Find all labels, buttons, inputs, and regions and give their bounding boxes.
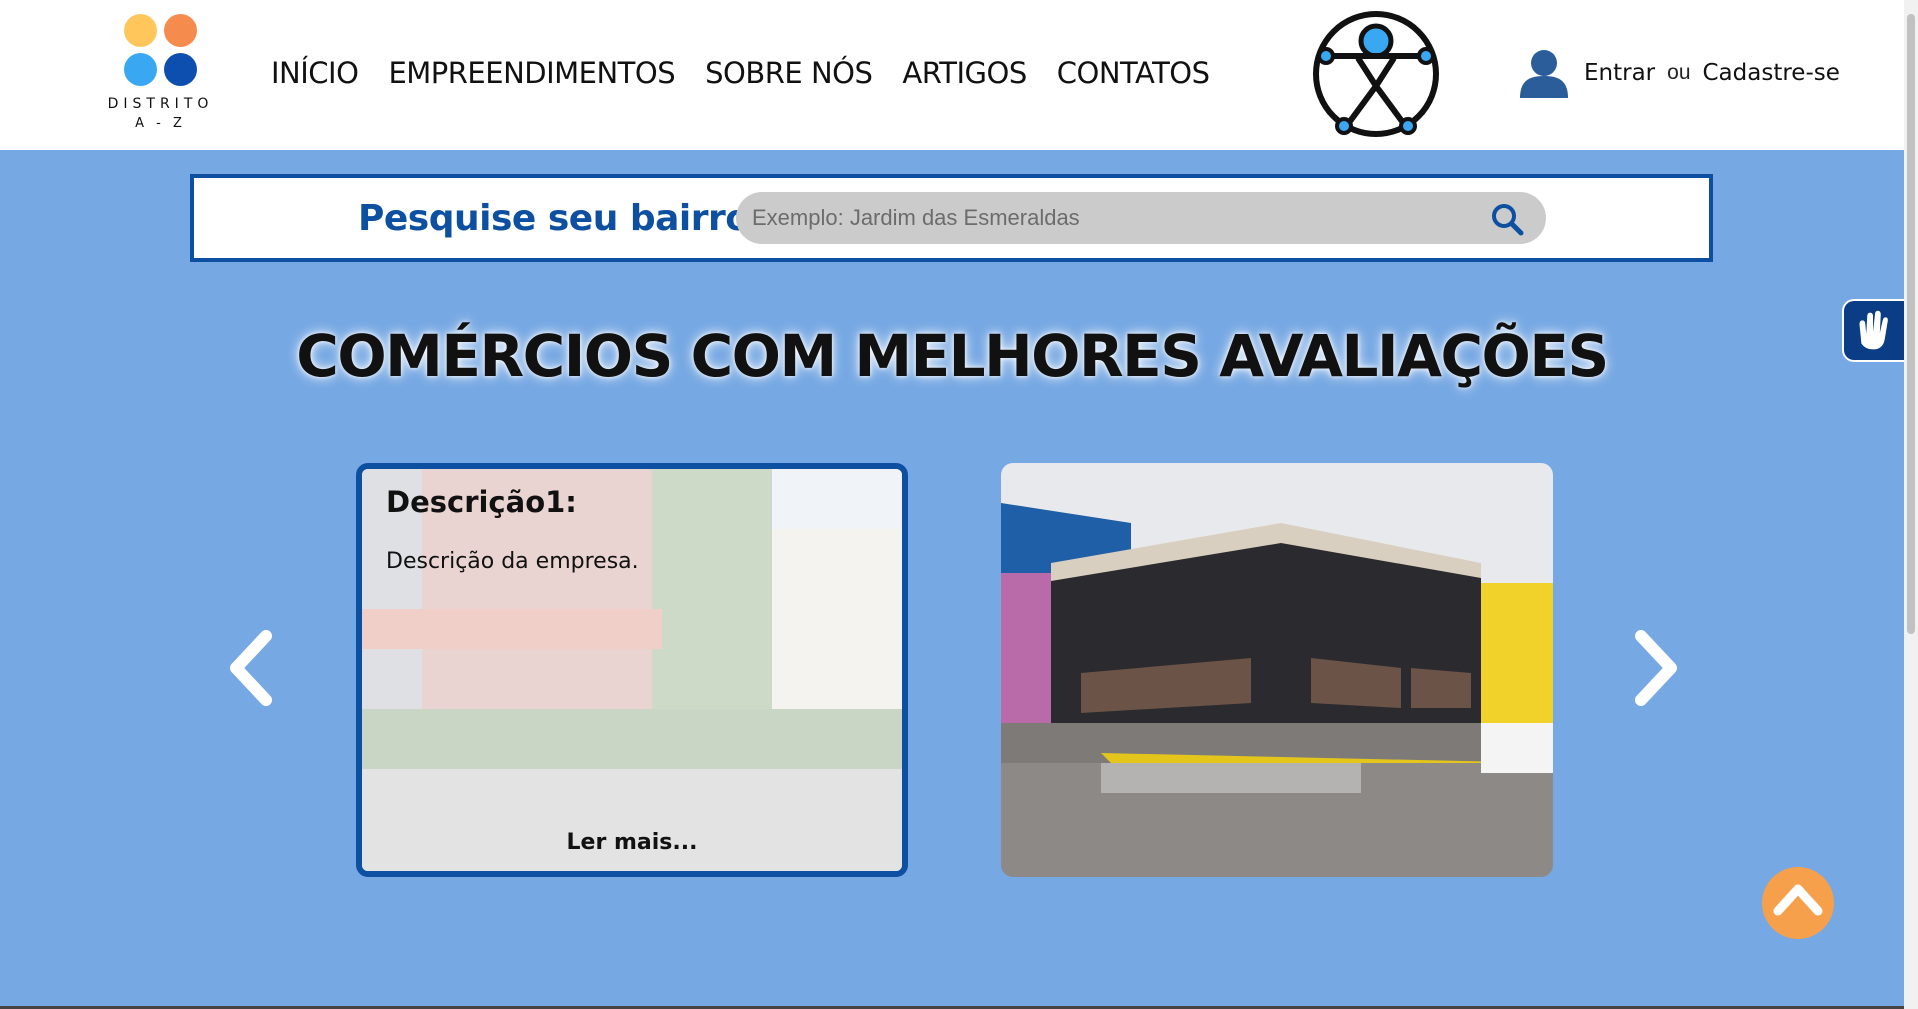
logo-dot-orange xyxy=(164,14,197,47)
back-to-top-button[interactable] xyxy=(1762,867,1834,939)
storefront-photo xyxy=(1001,463,1553,877)
logo-text-line1: DISTRITO xyxy=(107,96,214,112)
accessibility-icon[interactable] xyxy=(1306,8,1446,140)
page-scrollbar[interactable] xyxy=(1904,0,1918,1009)
sign-language-button[interactable] xyxy=(1842,299,1904,362)
nav-item-artigos[interactable]: ARTIGOS xyxy=(902,56,1027,90)
logo-dot-darkblue xyxy=(164,53,197,86)
chevron-left-icon[interactable] xyxy=(222,628,282,708)
chevron-up-icon xyxy=(1773,884,1823,916)
sign-language-hand-icon xyxy=(1859,310,1888,350)
business-card-image[interactable] xyxy=(1001,463,1553,877)
site-logo[interactable]: DISTRITO A - Z xyxy=(93,12,228,132)
business-card[interactable]: Descrição1: Descrição da empresa. Ler ma… xyxy=(356,463,908,877)
chevron-right-icon[interactable] xyxy=(1625,628,1685,708)
card-title: Descrição1: xyxy=(386,485,577,519)
user-icon xyxy=(1520,50,1568,98)
search-field[interactable] xyxy=(736,192,1546,244)
site-header: DISTRITO A - Z INÍCIO EMPREENDIMENTOS SO… xyxy=(0,0,1904,150)
section-heading: COMÉRCIOS COM MELHORES AVALIAÇÕES xyxy=(296,322,1609,390)
nav-item-contatos[interactable]: CONTATOS xyxy=(1057,56,1210,90)
nav-item-empreendimentos[interactable]: EMPREENDIMENTOS xyxy=(388,56,675,90)
main-nav: INÍCIO EMPREENDIMENTOS SOBRE NÓS ARTIGOS… xyxy=(271,56,1240,90)
login-link[interactable]: Entrar xyxy=(1584,60,1655,86)
logo-dot-yellow xyxy=(124,14,157,47)
logo-text-line2: A - Z xyxy=(135,116,186,131)
neighborhood-search-panel: Pesquise seu bairro: xyxy=(190,174,1713,262)
read-more-link[interactable]: Ler mais... xyxy=(362,830,902,855)
logo-dot-lightblue xyxy=(124,53,157,86)
nav-item-sobre-nos[interactable]: SOBRE NÓS xyxy=(705,56,873,90)
card-description: Descrição da empresa. xyxy=(386,549,639,574)
search-label: Pesquise seu bairro: xyxy=(358,198,764,239)
auth-links: Entrar ou Cadastre-se xyxy=(1518,48,1840,98)
signup-link[interactable]: Cadastre-se xyxy=(1703,60,1840,86)
card-overlay xyxy=(362,469,902,871)
scrollbar-thumb[interactable] xyxy=(1907,14,1915,634)
search-icon[interactable] xyxy=(1490,202,1524,236)
search-input[interactable] xyxy=(752,192,1472,244)
auth-or-text: ou xyxy=(1667,61,1691,84)
nav-item-inicio[interactable]: INÍCIO xyxy=(271,56,359,90)
